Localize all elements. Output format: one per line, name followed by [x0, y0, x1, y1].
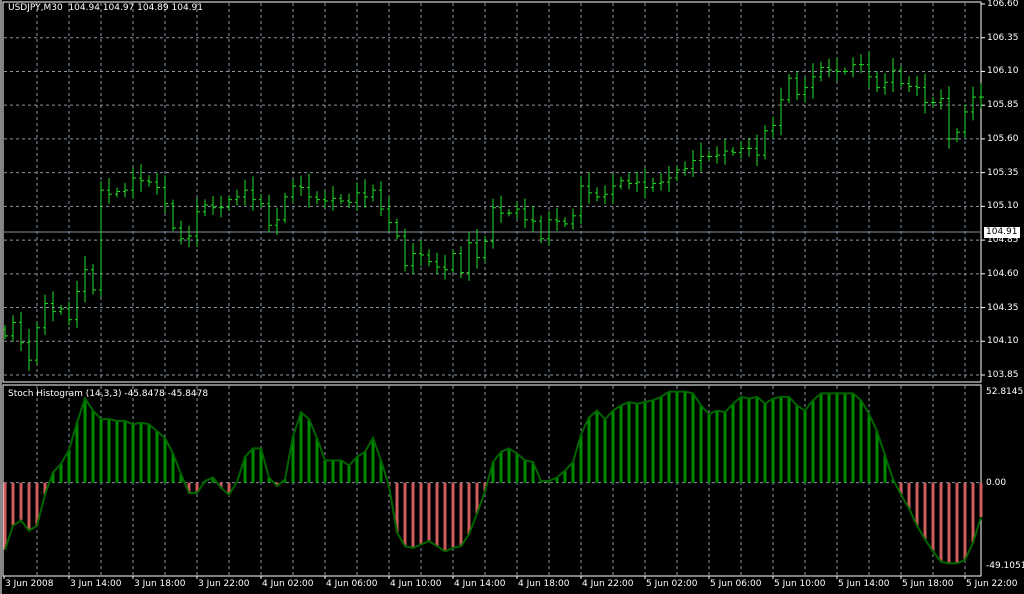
- indicator-max-label: 52.8145: [986, 387, 1024, 397]
- time-axis-label: 3 Jun 18:00: [134, 579, 186, 589]
- time-axis-label: 4 Jun 02:00: [262, 579, 314, 589]
- time-axis-label: 5 Jun 18:00: [902, 579, 954, 589]
- time-axis-label: 4 Jun 14:00: [454, 579, 506, 589]
- price-tick-label: 104.60: [987, 268, 1019, 279]
- time-axis-label: 5 Jun 14:00: [838, 579, 890, 589]
- price-tick-label: 104.10: [987, 336, 1019, 347]
- time-axis-label: 5 Jun 10:00: [774, 579, 826, 589]
- ohlc-values: 104.94 104.97 104.89 104.91: [68, 3, 203, 13]
- indicator-title: Stoch Histogram (14,3,3) -45.8478 -45.84…: [8, 389, 209, 399]
- time-axis-label: 4 Jun 06:00: [326, 579, 378, 589]
- indicator-zero-label: 0.00: [986, 478, 1007, 488]
- chart-canvas[interactable]: [0, 0, 1024, 594]
- price-tick-label: 105.10: [987, 201, 1019, 212]
- time-axis-label: 4 Jun 22:00: [582, 579, 634, 589]
- price-tick-label: 105.35: [987, 167, 1019, 178]
- price-tick-label: 106.35: [987, 32, 1019, 43]
- price-tick-label: 104.35: [987, 302, 1019, 313]
- price-tick-label: 106.10: [987, 66, 1019, 77]
- symbol-timeframe: USDJPY,M30: [8, 3, 63, 13]
- time-axis-label: 5 Jun 06:00: [710, 579, 762, 589]
- time-axis-label: 4 Jun 10:00: [390, 579, 442, 589]
- price-tick-label: 104.85: [987, 235, 1019, 246]
- time-axis-label: 4 Jun 18:00: [518, 579, 570, 589]
- indicator-min-label: -49.1051: [986, 561, 1024, 571]
- time-axis-label: 3 Jun 22:00: [198, 579, 250, 589]
- chart-window[interactable]: USDJPY,M30 104.94 104.97 104.89 104.91 S…: [0, 0, 1024, 594]
- time-axis-label: 5 Jun 22:00: [966, 579, 1018, 589]
- price-tick-label: 106.60: [987, 0, 1019, 9]
- price-tick-label: 105.60: [987, 133, 1019, 144]
- symbol-info: USDJPY,M30 104.94 104.97 104.89 104.91: [8, 3, 203, 14]
- time-axis-label: 3 Jun 2008: [5, 579, 54, 589]
- price-panel-border: [2, 1, 982, 383]
- time-axis-label: 3 Jun 14:00: [70, 579, 122, 589]
- price-tick-label: 103.85: [987, 370, 1019, 380]
- price-tick-label: 105.85: [987, 100, 1019, 111]
- time-axis-label: 5 Jun 02:00: [646, 579, 698, 589]
